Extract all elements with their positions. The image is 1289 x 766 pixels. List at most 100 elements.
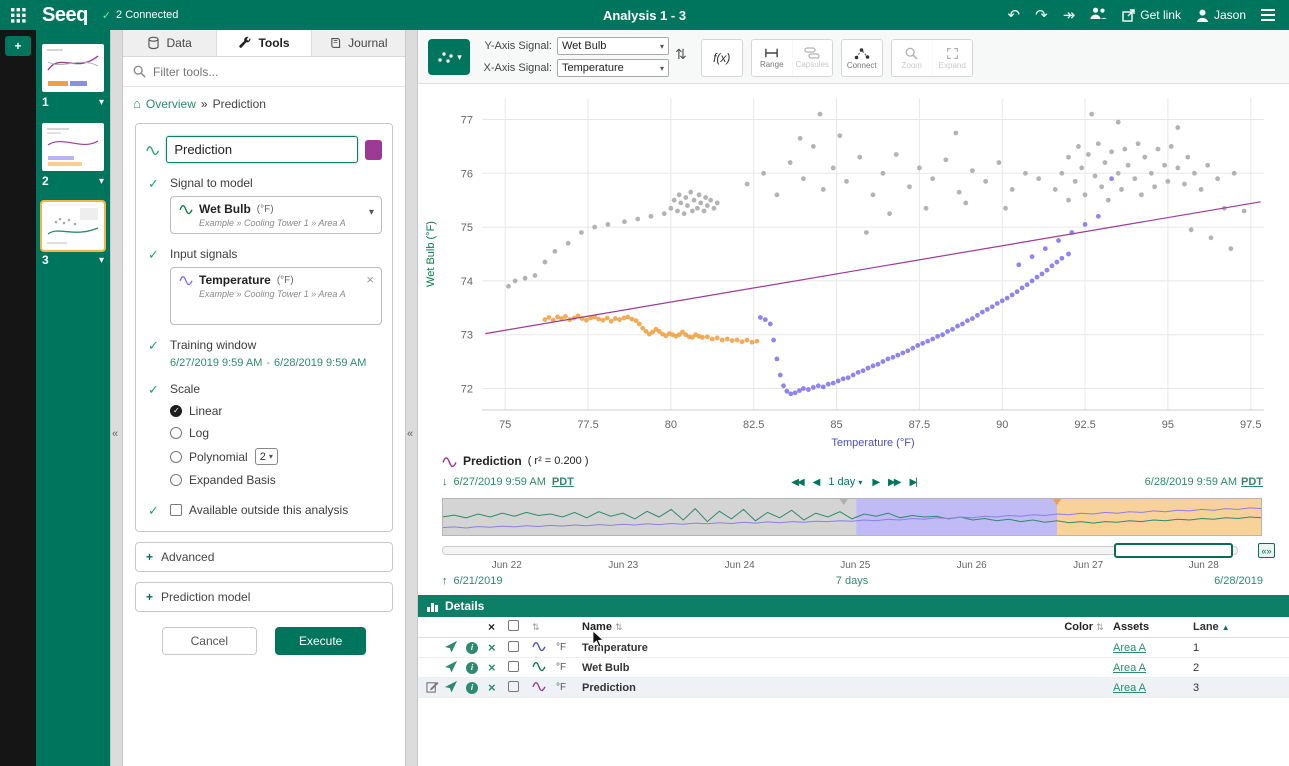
worksheet-thumbnail-2[interactable] [42,123,104,171]
name-column-header[interactable]: Name ⇅ [582,621,1055,633]
step-forward-fast-icon[interactable]: ▶▶ [888,477,899,488]
color-picker-swatch[interactable] [365,140,382,160]
scale-option-log[interactable]: Log [170,426,382,440]
redo-icon[interactable]: ↷ [1035,8,1048,23]
fx-button[interactable]: f(x) [702,40,742,76]
item-name[interactable]: Temperature [582,642,1055,654]
asset-link[interactable]: Area A [1113,682,1185,694]
expand-button[interactable]: Expand [932,40,972,76]
step-forward-icon[interactable]: ▶ [872,477,878,488]
remove-item-icon[interactable]: × [488,661,508,674]
lane-column-header[interactable]: Lane ▲ [1185,621,1231,633]
remove-all-icon[interactable]: × [488,620,508,634]
scale-option-linear[interactable]: Linear [170,404,382,418]
radio-icon[interactable] [170,427,182,439]
shift-range-up-icon[interactable]: ↑ [442,575,448,587]
present-icon[interactable]: ↠ [1063,8,1076,23]
worksheet-thumbnail-1[interactable] [42,44,104,92]
table-row-temperature[interactable]: i × °F Temperature Area A 1 [418,638,1289,658]
polynomial-degree-select[interactable]: 2▾ [255,448,278,465]
radio-selected-icon[interactable] [170,405,182,417]
info-icon[interactable]: i [466,662,478,674]
sort-icon[interactable]: ⇅ [532,622,556,633]
overview-strip-chart[interactable] [442,498,1262,536]
remove-item-icon[interactable]: × [488,641,508,654]
remove-input-signal-icon[interactable]: × [366,272,374,287]
tab-data[interactable]: Data [123,30,217,56]
training-end-link[interactable]: 6/28/2019 9:59 AM [274,357,366,369]
signal-to-model-select[interactable]: Wet Bulb (°F) Example » Cooling Tower 1 … [170,196,382,234]
assets-column-header[interactable]: Assets [1113,621,1185,633]
tab-journal[interactable]: Journal [312,30,405,56]
panel-resize-gutter[interactable]: « [110,30,123,766]
user-menu[interactable]: Jason [1196,8,1246,22]
x-axis-signal-select[interactable]: Temperature ▾ [557,59,669,77]
training-start-link[interactable]: 6/27/2019 9:59 AM [170,357,262,369]
advanced-expander[interactable]: + Advanced [135,542,393,572]
jump-to-icon[interactable] [444,660,466,676]
jump-to-icon[interactable] [444,680,466,696]
jump-to-icon[interactable] [444,640,466,656]
chevron-down-icon[interactable]: ▾ [99,255,104,266]
seeq-logo[interactable]: Seeq [42,4,88,27]
scale-option-polynomial[interactable]: Polynomial 2▾ [170,448,382,465]
collapse-left-icon[interactable]: « [112,428,118,440]
radio-icon[interactable] [170,474,182,486]
filter-tools-input[interactable] [153,65,395,79]
tab-tools[interactable]: Tools [217,30,311,56]
row-checkbox[interactable] [508,681,519,692]
remove-item-icon[interactable]: × [488,681,508,694]
input-signals-list[interactable]: Temperature (°F) Example » Cooling Tower… [170,267,382,325]
step-to-end-icon[interactable]: ▶| [909,477,915,488]
display-range-start-link[interactable]: 6/27/2019 9:59 AM [454,476,546,488]
chevron-down-icon[interactable]: ▾ [99,176,104,187]
table-row-prediction[interactable]: i × °F Prediction Area A 3 [418,678,1289,698]
scatter-plot[interactable]: 7577.58082.58587.59092.59597.57273747576… [418,84,1289,450]
display-range-end-link[interactable]: 6/28/2019 9:59 AM [1145,476,1237,488]
item-name[interactable]: Wet Bulb [582,662,1055,674]
timezone-link[interactable]: PDT [1241,476,1263,488]
prediction-model-expander[interactable]: + Prediction model [135,582,393,612]
collapse-tools-icon[interactable]: « [407,428,413,440]
range-button[interactable]: Range [752,40,792,76]
radio-icon[interactable] [170,451,182,463]
table-row-wet-bulb[interactable]: i × °F Wet Bulb Area A 2 [418,658,1289,678]
swap-axes-icon[interactable]: ⇅ [675,46,687,63]
timezone-link[interactable]: PDT [552,476,574,488]
asset-link[interactable]: Area A [1113,662,1185,674]
edit-icon[interactable] [426,680,444,696]
color-column-header[interactable]: Color ⇅ [1055,621,1113,633]
step-back-fast-icon[interactable]: ◀◀ [791,477,802,488]
prediction-name-input[interactable] [166,136,358,163]
breadcrumb-overview-link[interactable]: Overview [146,97,196,111]
capsules-button[interactable]: Capsules [792,40,832,76]
asset-link[interactable]: Area A [1113,642,1185,654]
new-worksheet-button[interactable]: + [5,36,31,56]
users-icon[interactable] [1090,7,1107,23]
apps-grid-icon[interactable] [0,0,36,30]
info-icon[interactable]: i [466,682,478,694]
item-name[interactable]: Prediction [582,682,1055,694]
shift-range-down-icon[interactable]: ↓ [442,476,448,488]
zoom-button[interactable]: Zoom [892,40,932,76]
main-resize-gutter[interactable]: « [405,30,418,766]
investigate-end-link[interactable]: 6/28/2019 [1214,575,1263,587]
home-icon[interactable]: ⌂ [133,96,141,111]
available-outside-option[interactable]: Available outside this analysis [170,503,382,517]
execute-button[interactable]: Execute [275,627,366,655]
undo-icon[interactable]: ↶ [1008,8,1021,23]
row-checkbox[interactable] [508,641,519,652]
chevron-down-icon[interactable]: ▾ [99,97,104,108]
connect-button[interactable]: Connect [842,40,882,76]
cancel-button[interactable]: Cancel [162,627,257,655]
step-back-icon[interactable]: ◀ [813,477,819,488]
get-link-button[interactable]: Get link [1122,8,1181,22]
scale-option-expanded-basis[interactable]: Expanded Basis [170,473,382,487]
y-axis-signal-select[interactable]: Wet Bulb ▾ [557,37,669,55]
worksheet-thumbnail-3-active[interactable] [42,202,104,250]
slider-track[interactable] [442,546,1238,555]
info-icon[interactable]: i [466,642,478,654]
reset-range-icon[interactable]: «» [1258,543,1275,558]
investigate-duration-link[interactable]: 7 days [836,575,868,587]
details-panel-header[interactable]: Details [418,595,1289,617]
